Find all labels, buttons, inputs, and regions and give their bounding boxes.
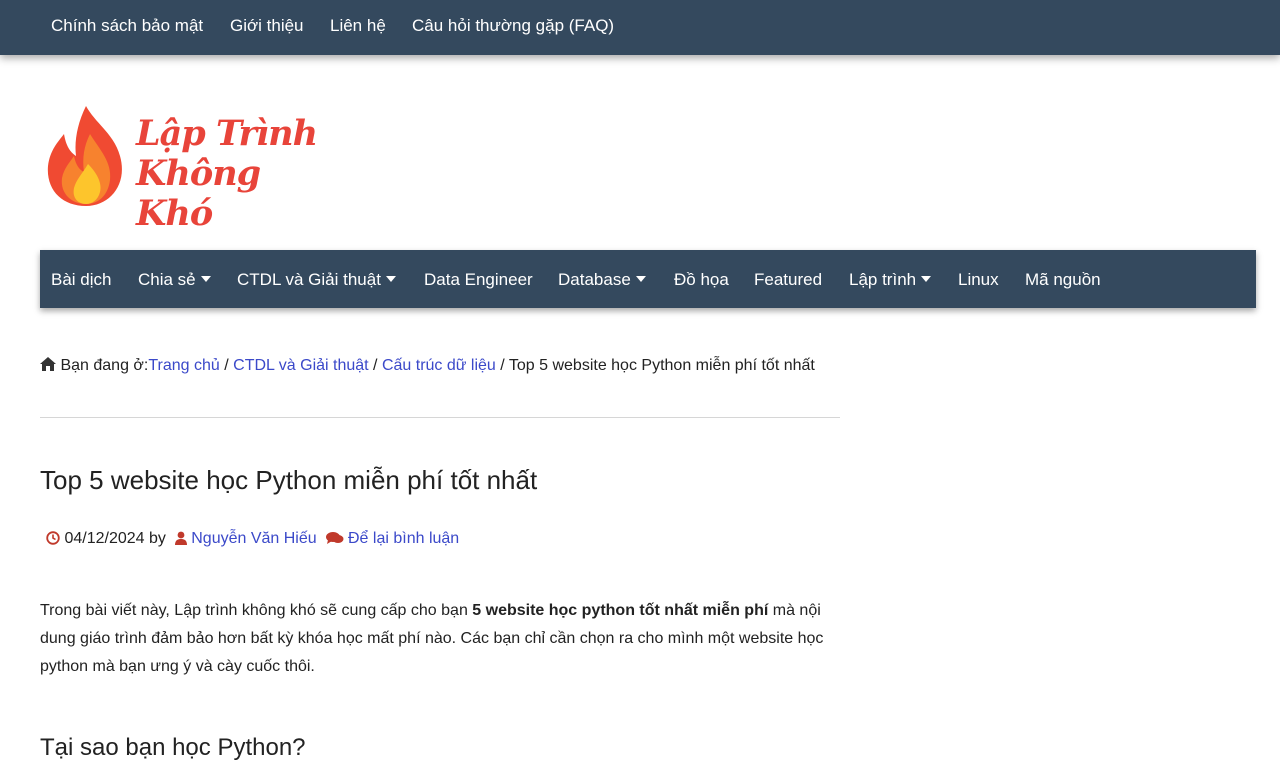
clock-icon <box>46 531 60 545</box>
nav-item-label: Chia sẻ <box>138 270 196 289</box>
caret-down-icon <box>921 276 932 282</box>
caret-down-icon <box>635 276 646 282</box>
breadcrumb-ctdl-link[interactable]: CTDL và Giải thuật <box>233 357 368 374</box>
home-icon <box>40 357 56 371</box>
nav-item-ma-nguon[interactable]: Mã nguồn <box>1025 270 1101 290</box>
logo-text: Lập Trình Không Khó <box>136 114 334 234</box>
nav-item-label: Linux <box>958 270 999 289</box>
breadcrumb-home-link[interactable]: Trang chủ <box>148 357 219 374</box>
breadcrumb: Bạn đang ở:Trang chủ / CTDL và Giải thuậ… <box>40 352 840 380</box>
article-intro: Trong bài viết này, Lập trình không khó … <box>40 597 850 681</box>
comment-link[interactable]: Để lại bình luận <box>348 530 459 547</box>
top-bar: Chính sách bảo mật Giới thiệu Liên hệ Câ… <box>0 0 1280 55</box>
logo-line-1: Lập Trình <box>136 113 318 154</box>
nav-item-label: Bài dịch <box>51 270 112 289</box>
topbar-link-privacy[interactable]: Chính sách bảo mật <box>51 16 203 36</box>
post-date: 04/12/2024 <box>64 530 145 547</box>
breadcrumb-separator: / <box>368 357 382 374</box>
caret-down-icon <box>385 276 396 282</box>
nav-item-linux[interactable]: Linux <box>958 270 999 290</box>
nav-item-data-engineer[interactable]: Data Engineer <box>424 270 533 290</box>
breadcrumb-data-structures-link[interactable]: Cấu trúc dữ liệu <box>382 357 496 374</box>
caret-down-icon <box>200 276 211 282</box>
intro-text-start: Trong bài viết này, Lập trình không khó … <box>40 602 473 619</box>
nav-item-database[interactable]: Database <box>558 270 646 290</box>
nav-item-label: Data Engineer <box>424 270 533 289</box>
nav-item-featured[interactable]: Featured <box>754 270 822 290</box>
breadcrumb-separator: / <box>219 357 234 374</box>
topbar-link-contact[interactable]: Liên hệ <box>330 16 386 36</box>
breadcrumb-current: Top 5 website học Python miễn phí tốt nh… <box>508 357 815 374</box>
article-title: Top 5 website học Python miễn phí tốt nh… <box>40 465 538 495</box>
nav-item-label: Lập trình <box>849 270 917 289</box>
nav-item-bai-dich[interactable]: Bài dịch <box>51 270 111 290</box>
nav-item-lap-trinh[interactable]: Lập trình <box>849 270 932 290</box>
nav-item-ctdl[interactable]: CTDL và Giải thuật <box>237 270 396 290</box>
main-navigation: Bài dịch Chia sẻ CTDL và Giải thuật Data… <box>40 250 1256 308</box>
breadcrumb-prefix: Bạn đang ở: <box>60 357 149 374</box>
by-label: by <box>148 530 166 547</box>
nav-item-label: CTDL và Giải thuật <box>237 270 381 289</box>
breadcrumb-divider <box>40 417 840 418</box>
user-icon <box>174 531 187 545</box>
nav-item-label: Featured <box>754 270 823 289</box>
nav-item-label: Mã nguồn <box>1025 270 1101 289</box>
breadcrumb-separator: / <box>495 357 509 374</box>
flame-icon <box>47 106 122 206</box>
nav-item-label: Database <box>558 270 631 289</box>
topbar-link-about[interactable]: Giới thiệu <box>230 16 304 36</box>
topbar-link-faq[interactable]: Câu hỏi thường gặp (FAQ) <box>412 16 614 36</box>
site-logo[interactable]: Lập Trình Không Khó <box>44 104 334 234</box>
comments-icon <box>325 532 344 544</box>
nav-item-do-hoa[interactable]: Đồ họa <box>674 270 729 290</box>
nav-item-label: Đồ họa <box>674 270 729 289</box>
nav-item-chia-se[interactable]: Chia sẻ <box>138 270 211 290</box>
author-link[interactable]: Nguyễn Văn Hiếu <box>191 530 316 547</box>
section-heading: Tại sao bạn học Python? <box>40 734 306 761</box>
intro-highlight: 5 website học python tốt nhất miễn phí <box>472 602 769 619</box>
article-meta: 04/12/2024 by Nguyễn Văn Hiếu Để lại bìn… <box>46 530 459 548</box>
logo-line-2: Không Khó <box>136 153 261 234</box>
